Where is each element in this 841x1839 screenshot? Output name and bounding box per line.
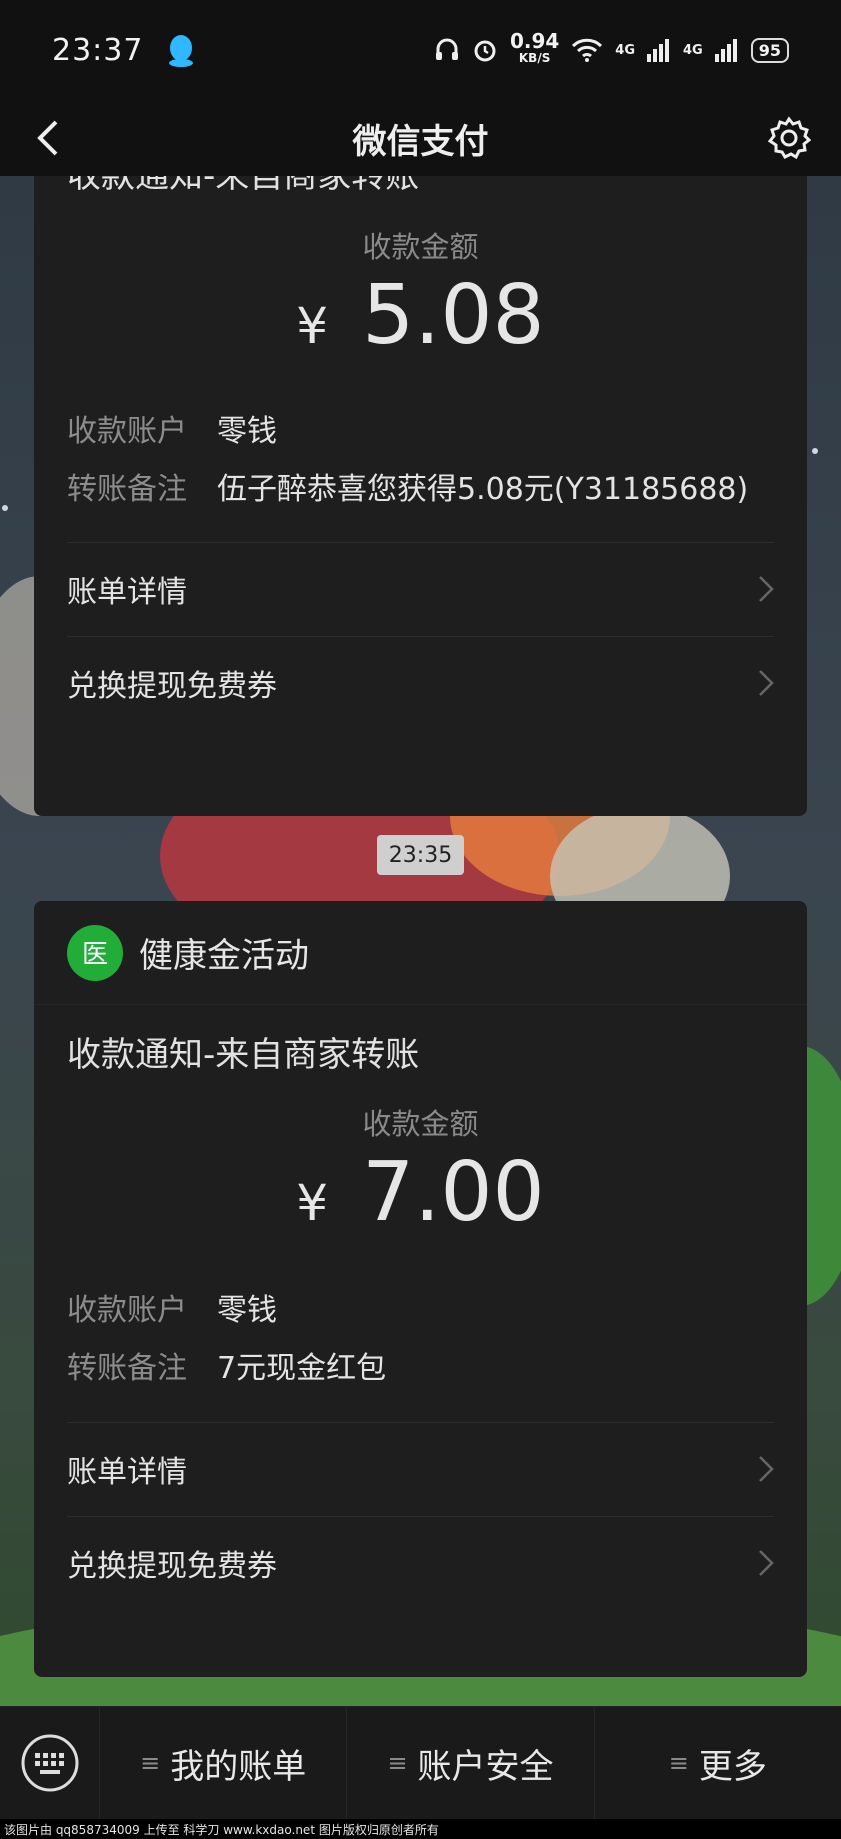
withdraw-coupon-link[interactable]: 兑换提现免费券 [67, 1517, 774, 1609]
amount-display: ¥ 7.00 [34, 1145, 807, 1240]
withdraw-coupon-link[interactable]: 兑换提现免费券 [67, 637, 774, 729]
account-key: 收款账户 [67, 414, 187, 449]
menu-more[interactable]: ≡ 更多 [595, 1707, 841, 1820]
payment-card: 收款通知-来自商家转账 收款金额 ¥ 5.08 收款账户 零钱 转账备注 伍子醉… [34, 176, 807, 816]
alarm-icon [474, 40, 496, 62]
status-time: 23:37 [52, 32, 144, 68]
account-value: 零钱 [217, 414, 277, 449]
chevron-right-icon [759, 670, 774, 696]
chevron-right-icon [759, 576, 774, 602]
amount-display: ¥ 5.08 [34, 268, 807, 363]
keyboard-icon [21, 1734, 78, 1792]
bill-details-link[interactable]: 账单详情 [67, 1423, 774, 1515]
account-row: 收款账户 零钱 [34, 1285, 807, 1329]
message-timestamp: 23:35 [377, 835, 464, 875]
account-row: 收款账户 零钱 [34, 406, 807, 450]
menu-account-security-label: 账户安全 [417, 1746, 554, 1787]
menu-more-label: 更多 [698, 1746, 767, 1787]
wifi-icon [572, 38, 603, 62]
merchant-name: 健康金活动 [139, 936, 309, 976]
headphones-icon [435, 38, 458, 60]
remark-key: 转账备注 [67, 1351, 187, 1386]
chat-background: 收款通知-来自商家转账 收款金额 ¥ 5.08 收款账户 零钱 转账备注 伍子醉… [0, 176, 841, 1706]
menu-account-security[interactable]: ≡ 账户安全 [347, 1706, 595, 1820]
remark-row: 转账备注 7元现金红包 [34, 1343, 807, 1387]
chevron-right-icon [759, 1550, 774, 1576]
keyboard-toggle-button[interactable] [0, 1706, 100, 1820]
network-type-2: 4G [683, 42, 703, 58]
menu-my-bills-label: 我的账单 [170, 1746, 307, 1787]
amount-value: 5.08 [362, 268, 545, 363]
back-arrow-icon[interactable] [30, 118, 70, 158]
notice-title: 收款通知-来自商家转账 [67, 176, 420, 196]
menu-list-icon: ≡ [140, 1749, 161, 1777]
page-title: 微信支付 [352, 121, 489, 162]
menu-list-icon: ≡ [668, 1749, 689, 1777]
currency-symbol: ¥ [296, 297, 329, 355]
withdraw-coupon-label: 兑换提现免费券 [67, 669, 277, 704]
network-type-1: 4G [615, 42, 636, 58]
bill-details-label: 账单详情 [67, 575, 187, 610]
account-value: 零钱 [217, 1293, 277, 1328]
remark-key: 转账备注 [67, 472, 187, 507]
card-header[interactable]: 医 健康金活动 [34, 901, 807, 1005]
status-icons: 0.94 KB/S 4G 4G 95 [434, 29, 789, 67]
withdraw-coupon-label: 兑换提现免费券 [67, 1549, 277, 1584]
image-watermark: 该图片由 qq858734009 上传至 科学刀 www.kxdao.net 图… [0, 1819, 841, 1839]
network-speed: 0.94 KB/S [509, 29, 560, 65]
bill-details-label: 账单详情 [67, 1455, 187, 1490]
amount-label: 收款金额 [362, 1107, 479, 1141]
remark-value: 伍子醉恭喜您获得5.08元(Y31185688) [217, 472, 749, 507]
signal-icon [647, 39, 670, 62]
qq-penguin-icon [169, 35, 194, 67]
battery-indicator: 95 [750, 37, 789, 63]
bill-details-link[interactable]: 账单详情 [67, 543, 774, 635]
payment-card: 医 健康金活动 收款通知-来自商家转账 收款金额 ¥ 7.00 收款账户 零钱 … [34, 901, 807, 1677]
bottom-menu-bar: ≡ 我的账单 ≡ 账户安全 ≡ 更多 [0, 1706, 841, 1820]
gear-icon[interactable] [767, 116, 811, 160]
medical-icon: 医 [67, 924, 123, 981]
currency-symbol: ¥ [296, 1174, 329, 1232]
account-key: 收款账户 [67, 1293, 187, 1328]
remark-row: 转账备注 伍子醉恭喜您获得5.08元(Y31185688) [34, 464, 807, 508]
menu-my-bills[interactable]: ≡ 我的账单 [100, 1706, 348, 1820]
amount-label: 收款金额 [362, 230, 479, 264]
menu-list-icon: ≡ [387, 1749, 408, 1777]
notice-title: 收款通知-来自商家转账 [67, 1035, 420, 1075]
signal-icon [714, 39, 737, 62]
nav-bar: 微信支付 [0, 100, 841, 176]
amount-value: 7.00 [362, 1145, 545, 1240]
remark-value: 7元现金红包 [217, 1351, 387, 1386]
status-bar: 23:37 0.94 KB/S 4G 4G 95 [0, 0, 841, 100]
chevron-right-icon [759, 1456, 774, 1482]
